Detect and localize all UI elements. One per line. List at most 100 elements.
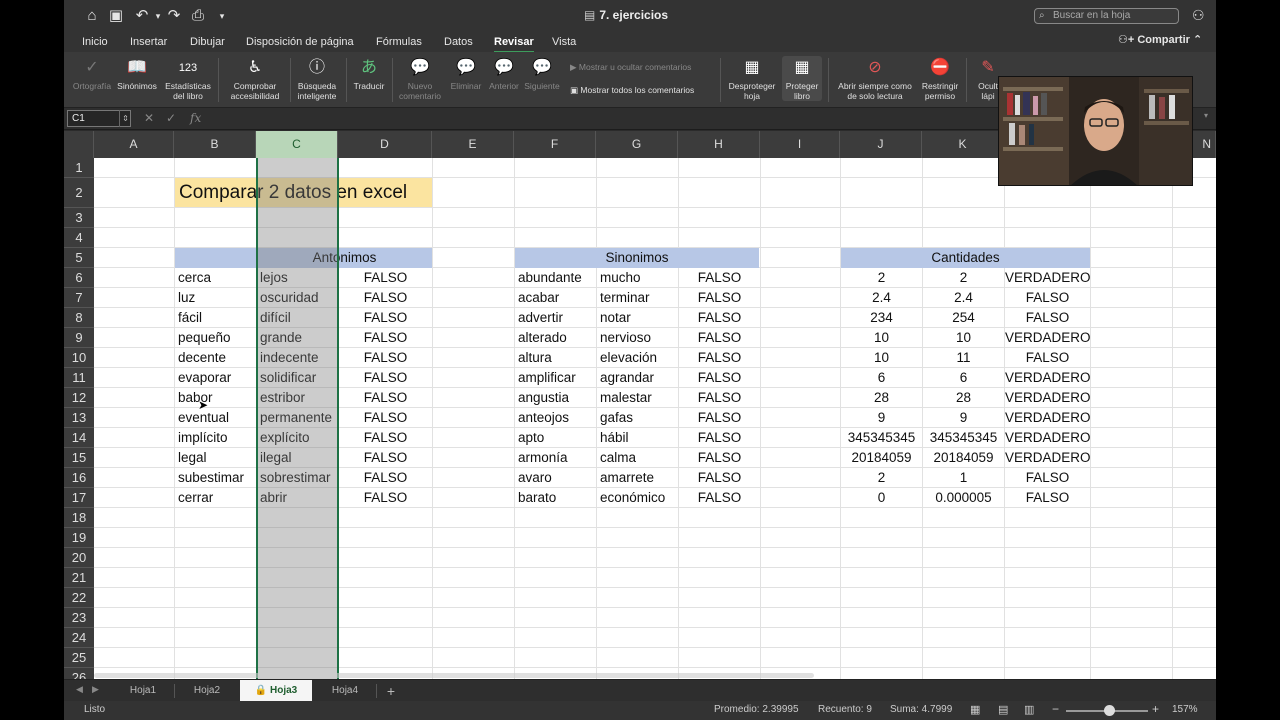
zoom-level[interactable]: 157% <box>1172 704 1198 715</box>
table-cell[interactable]: 2 <box>841 268 922 288</box>
row-header[interactable]: 4 <box>64 228 94 248</box>
table-cell[interactable]: calma <box>600 448 636 468</box>
column-header-d[interactable]: D <box>338 131 432 158</box>
table-cell[interactable]: acabar <box>518 288 559 308</box>
column-header-k[interactable]: K <box>922 131 1004 158</box>
next-sheet-icon[interactable]: ▶ <box>92 684 99 695</box>
search-input[interactable]: ⌕ Buscar en la hoja <box>1034 8 1179 24</box>
row-header[interactable]: 12 <box>64 388 94 408</box>
row-header[interactable]: 15 <box>64 448 94 468</box>
show-all-comments-button[interactable]: ▣ Mostrar todos los comentarios <box>570 85 694 96</box>
table-cell[interactable]: pequeño <box>178 328 231 348</box>
table-cell[interactable]: 0 <box>841 488 922 508</box>
table-cell[interactable]: FALSO <box>679 448 760 468</box>
table-cell[interactable]: 1 <box>923 468 1004 488</box>
home-icon[interactable]: ⌂ <box>82 6 102 26</box>
table-cell[interactable]: fácil <box>178 308 202 328</box>
table-cell[interactable]: amarrete <box>600 468 654 488</box>
table-cell[interactable]: abundante <box>518 268 582 288</box>
cancel-icon[interactable]: ✕ <box>144 111 154 125</box>
row-header[interactable]: 23 <box>64 608 94 628</box>
column-header-f[interactable]: F <box>514 131 596 158</box>
column-header-j[interactable]: J <box>840 131 922 158</box>
sheet-tab-hoja2[interactable]: Hoja2 <box>176 680 238 702</box>
table-cell[interactable]: angustia <box>518 388 569 408</box>
save-icon[interactable]: ▣ <box>106 6 126 26</box>
table-cell[interactable]: 2.4 <box>923 288 1004 308</box>
table-cell[interactable]: mucho <box>600 268 641 288</box>
sheet-tab-hoja1[interactable]: Hoja1 <box>112 680 174 702</box>
spelling-button[interactable]: ✓ Ortografía <box>70 56 114 92</box>
tab-revisar[interactable]: Revisar <box>494 34 534 53</box>
table-cell[interactable]: armonía <box>518 448 568 468</box>
row-header[interactable]: 16 <box>64 468 94 488</box>
table-cell[interactable]: barato <box>518 488 556 508</box>
print-icon[interactable]: ⎙ <box>188 6 208 26</box>
zoom-in-icon[interactable]: + <box>1152 702 1159 716</box>
table-cell[interactable]: 2 <box>841 468 922 488</box>
restrict-permission-button[interactable]: ⛔ Restringir permiso <box>918 56 962 101</box>
table-cell[interactable]: implícito <box>178 428 228 448</box>
table-cell[interactable]: FALSO <box>679 348 760 368</box>
table-cell[interactable]: FALSO <box>679 468 760 488</box>
row-header[interactable]: 3 <box>64 208 94 228</box>
table-cell[interactable]: FALSO <box>339 388 432 408</box>
table-cell[interactable]: FALSO <box>679 408 760 428</box>
delete-comment-button[interactable]: 💬 Eliminar <box>448 56 484 92</box>
table-cell[interactable]: FALSO <box>679 428 760 448</box>
table-cell[interactable]: 20184059 <box>923 448 1004 468</box>
table-cell[interactable]: VERDADERO <box>1005 408 1091 428</box>
table-cell[interactable]: FALSO <box>679 328 760 348</box>
translate-button[interactable]: あ Traducir <box>350 56 388 92</box>
table-cell[interactable]: terminar <box>600 288 650 308</box>
table-cell[interactable]: FALSO <box>679 288 760 308</box>
table-cell[interactable]: VERDADERO <box>1005 388 1091 408</box>
table-cell[interactable]: FALSO <box>339 428 432 448</box>
row-header[interactable]: 2 <box>64 178 94 208</box>
table-cell[interactable]: notar <box>600 308 631 328</box>
tab-insertar[interactable]: Insertar <box>130 34 167 50</box>
column-header-h[interactable]: H <box>678 131 760 158</box>
table-cell[interactable]: 10 <box>923 328 1004 348</box>
unprotect-sheet-button[interactable]: ▦ Desproteger hoja <box>726 56 778 101</box>
tab-vista[interactable]: Vista <box>552 34 576 50</box>
table-cell[interactable]: 345345345 <box>923 428 1004 448</box>
tab-datos[interactable]: Datos <box>444 34 473 50</box>
table-cell[interactable]: FALSO <box>339 488 432 508</box>
table-cell[interactable]: 9 <box>923 408 1004 428</box>
row-header[interactable]: 26 <box>64 668 94 679</box>
table-cell[interactable]: FALSO <box>1005 288 1090 308</box>
row-header[interactable]: 24 <box>64 628 94 648</box>
row-header[interactable]: 8 <box>64 308 94 328</box>
table-cell[interactable]: FALSO <box>1005 348 1090 368</box>
column-header-c[interactable]: C <box>256 131 338 158</box>
table-cell[interactable]: 0.000005 <box>923 488 1004 508</box>
row-header[interactable]: 25 <box>64 648 94 668</box>
table-cell[interactable]: FALSO <box>679 308 760 328</box>
sinonimos-header[interactable]: Sinonimos <box>515 248 759 268</box>
table-cell[interactable]: FALSO <box>339 448 432 468</box>
table-cell[interactable]: FALSO <box>679 388 760 408</box>
add-sheet-button[interactable]: + <box>380 680 402 702</box>
table-cell[interactable]: VERDADERO <box>1005 328 1091 348</box>
table-cell[interactable]: agrandar <box>600 368 654 388</box>
row-header[interactable]: 19 <box>64 528 94 548</box>
previous-comment-button[interactable]: 💬 Anterior <box>484 56 524 92</box>
table-cell[interactable]: apto <box>518 428 544 448</box>
table-cell[interactable]: hábil <box>600 428 629 448</box>
table-cell[interactable]: 10 <box>841 328 922 348</box>
table-cell[interactable]: FALSO <box>1005 488 1090 508</box>
row-header[interactable]: 6 <box>64 268 94 288</box>
row-header[interactable]: 14 <box>64 428 94 448</box>
table-cell[interactable]: alterado <box>518 328 567 348</box>
row-header[interactable]: 18 <box>64 508 94 528</box>
share-button[interactable]: ⚇+ Compartir ⌃ <box>1118 33 1202 46</box>
row-header[interactable]: 7 <box>64 288 94 308</box>
table-cell[interactable]: elevación <box>600 348 657 368</box>
table-cell[interactable]: FALSO <box>339 408 432 428</box>
account-icon[interactable]: ⚇ <box>1192 7 1205 24</box>
column-header-i[interactable]: I <box>760 131 840 158</box>
table-cell[interactable]: gafas <box>600 408 633 428</box>
table-cell[interactable]: FALSO <box>339 368 432 388</box>
tab-inicio[interactable]: Inicio <box>82 34 108 50</box>
